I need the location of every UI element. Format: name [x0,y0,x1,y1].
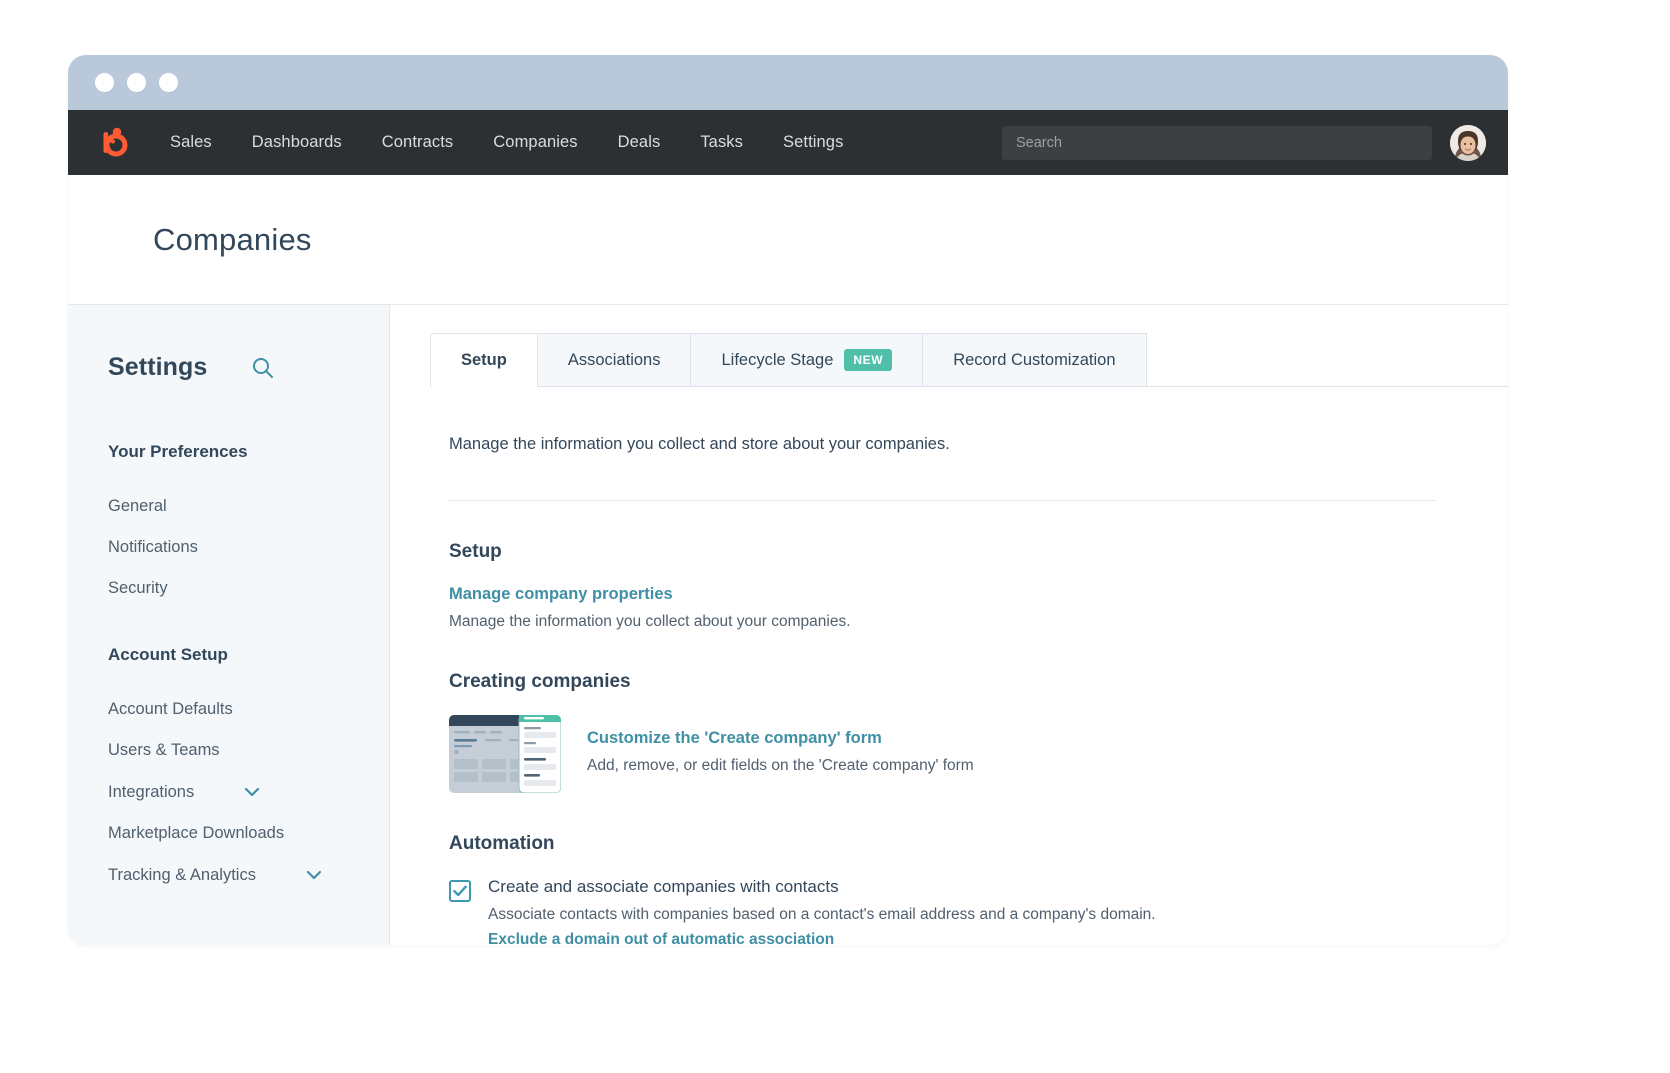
status-badge: NEW [844,349,893,371]
nav-right-group [1002,110,1486,175]
nav-link-dashboards[interactable]: Dashboards [232,125,362,160]
nav-link-sales[interactable]: Sales [150,125,232,160]
avatar[interactable] [1450,124,1486,161]
search-input[interactable] [1016,134,1418,151]
tab-bar: Setup Associations Lifecycle Stage NEW R… [430,333,1508,387]
sidebar-item-users-teams[interactable]: Users & Teams [108,730,389,771]
automation-checkbox-row: Create and associate companies with cont… [449,877,1468,945]
nav-link-companies[interactable]: Companies [473,125,597,160]
create-company-card: Customize the 'Create company' form Add,… [449,715,1468,793]
section-title: Creating companies [449,671,631,692]
sidebar-item-tracking-analytics[interactable]: Tracking & Analytics [108,854,389,896]
sidebar-item-label: Account Defaults [108,700,233,718]
create-associate-companies-checkbox[interactable] [449,880,471,902]
sidebar-item-label: Integrations [108,782,195,801]
page-header: Companies [68,175,1508,305]
manage-company-properties-link[interactable]: Manage company properties [449,585,673,604]
create-company-card-body: Customize the 'Create company' form Add,… [587,715,974,775]
nav-link-contracts[interactable]: Contracts [362,125,474,160]
automation-checkbox-body: Create and associate companies with cont… [488,877,1156,945]
sidebar-item-integrations[interactable]: Integrations [108,771,389,813]
sidebar-divider-gap [108,609,389,645]
tab-label: Record Customization [953,350,1116,369]
nav-link-settings[interactable]: Settings [763,125,863,160]
tab-label: Lifecycle Stage [721,350,834,369]
window-titlebar [68,55,1508,110]
sidebar-header: Settings [108,353,389,382]
exclude-domain-link[interactable]: Exclude a domain out of automatic associ… [488,931,834,945]
chevron-down-icon[interactable] [242,782,262,802]
card-description: Add, remove, or edit fields on the 'Crea… [587,757,974,774]
sidebar-item-account-defaults[interactable]: Account Defaults [108,689,389,730]
window-minimize-dot[interactable] [127,73,146,92]
sidebar-group-your-preferences: Your Preferences [108,442,248,461]
checkbox-label: Create and associate companies with cont… [488,877,839,896]
intro-description: Manage the information you collect and s… [449,387,1436,501]
chevron-down-icon[interactable] [304,865,324,885]
tab-panel-setup: Manage the information you collect and s… [390,387,1508,945]
sidebar-item-notifications[interactable]: Notifications [108,527,389,568]
tab-record-customization[interactable]: Record Customization [922,333,1147,386]
section-automation: Automation Create and associate companie… [449,793,1468,945]
sidebar-item-marketplace-downloads[interactable]: Marketplace Downloads [108,813,389,854]
global-search-box[interactable] [1002,125,1432,160]
checkbox-description: Associate contacts with companies based … [488,906,1156,923]
tab-label: Associations [567,350,661,369]
section-description: Manage the information you collect about… [449,613,851,630]
section-title: Automation [449,833,555,854]
settings-sidebar: Settings Your Preferences General Notifi… [68,305,390,945]
create-company-form-preview-icon[interactable] [449,715,561,793]
sidebar-item-label: Notifications [108,538,198,556]
tab-label: Setup [461,350,507,369]
nav-link-tasks[interactable]: Tasks [680,125,763,160]
section-creating-companies: Creating companies Customize the 'Create… [449,631,1468,793]
sidebar-item-general[interactable]: General [108,486,389,527]
top-navigation-bar: Sales Dashboards Contracts Companies Dea… [68,110,1508,175]
hubspot-logo-icon[interactable] [92,123,132,163]
sidebar-item-security[interactable]: Security [108,568,389,609]
search-icon[interactable] [251,356,275,380]
window-maximize-dot[interactable] [159,73,178,92]
nav-link-deals[interactable]: Deals [598,125,681,160]
section-setup: Setup Manage company properties Manage t… [449,501,1468,631]
main-content: Setup Associations Lifecycle Stage NEW R… [390,305,1508,945]
browser-window: Sales Dashboards Contracts Companies Dea… [68,55,1508,945]
section-title: Setup [449,541,502,562]
body-container: Settings Your Preferences General Notifi… [68,305,1508,945]
sidebar-group-account-setup: Account Setup [108,645,228,664]
window-close-dot[interactable] [95,73,114,92]
tab-lifecycle-stage[interactable]: Lifecycle Stage NEW [690,333,924,386]
sidebar-item-label: Security [108,579,168,597]
nav-links: Sales Dashboards Contracts Companies Dea… [150,125,863,160]
tab-associations[interactable]: Associations [536,333,692,386]
sidebar-item-label: General [108,497,167,515]
tab-setup[interactable]: Setup [430,333,538,387]
sidebar-title: Settings [108,353,208,381]
sidebar-item-label: Marketplace Downloads [108,824,285,842]
page-title: Companies [153,221,312,257]
customize-create-company-form-link[interactable]: Customize the 'Create company' form [587,729,882,748]
sidebar-item-label: Users & Teams [108,741,220,759]
sidebar-item-label: Tracking & Analytics [108,865,256,884]
